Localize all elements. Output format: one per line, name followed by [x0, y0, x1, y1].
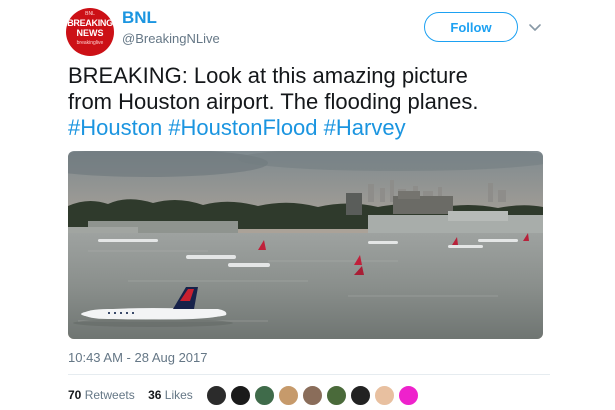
avatar-line-2: NEWS	[76, 28, 104, 38]
likes-stat[interactable]: 36 Likes	[148, 388, 193, 402]
tweet-photo[interactable]	[68, 151, 543, 339]
follow-button[interactable]: Follow	[424, 12, 518, 42]
avatar-badge-text: BNL	[85, 11, 95, 17]
tweet-stats: 70 Retweets 36 Likes	[68, 388, 193, 402]
liker-avatar[interactable]	[326, 385, 347, 406]
liker-avatar[interactable]	[230, 385, 251, 406]
retweets-stat[interactable]: 70 Retweets	[68, 388, 135, 402]
tweet-hashtags: #Houston #HoustonFlood #Harvey	[68, 115, 558, 141]
tweet-text-line-2: from Houston airport. The flooding plane…	[68, 89, 479, 114]
avatar[interactable]: BNL BREAKING NEWS breakinglive	[66, 8, 114, 56]
likes-label: Likes	[164, 388, 193, 402]
author-name[interactable]: BNL	[122, 8, 157, 28]
author-handle[interactable]: @BreakingNLive	[122, 31, 220, 46]
liker-avatar[interactable]	[206, 385, 227, 406]
liker-avatar[interactable]	[278, 385, 299, 406]
chevron-down-icon[interactable]	[526, 18, 544, 36]
hashtag-houston[interactable]: #Houston	[68, 115, 162, 140]
liker-avatar[interactable]	[350, 385, 371, 406]
retweets-count: 70	[68, 388, 82, 402]
retweets-label: Retweets	[84, 388, 135, 402]
liker-avatar[interactable]	[254, 385, 275, 406]
likes-count: 36	[148, 388, 162, 402]
liker-avatar[interactable]	[398, 385, 419, 406]
divider	[68, 374, 550, 375]
hashtag-harvey[interactable]: #Harvey	[324, 115, 406, 140]
hashtag-houstonflood[interactable]: #HoustonFlood	[168, 115, 317, 140]
avatar-line-3: breakinglive	[76, 40, 104, 46]
liker-avatar[interactable]	[374, 385, 395, 406]
liker-avatar[interactable]	[302, 385, 323, 406]
avatar-line-1: BREAKING	[67, 18, 113, 28]
tweet-card: BNL BREAKING NEWS breakinglive BNL @Brea…	[0, 0, 615, 410]
tweet-timestamp[interactable]: 10:43 AM - 28 Aug 2017	[68, 350, 208, 365]
tweet-text: BREAKING: Look at this amazing picture f…	[68, 63, 558, 141]
tweet-text-line-1: BREAKING: Look at this amazing picture	[68, 63, 468, 88]
